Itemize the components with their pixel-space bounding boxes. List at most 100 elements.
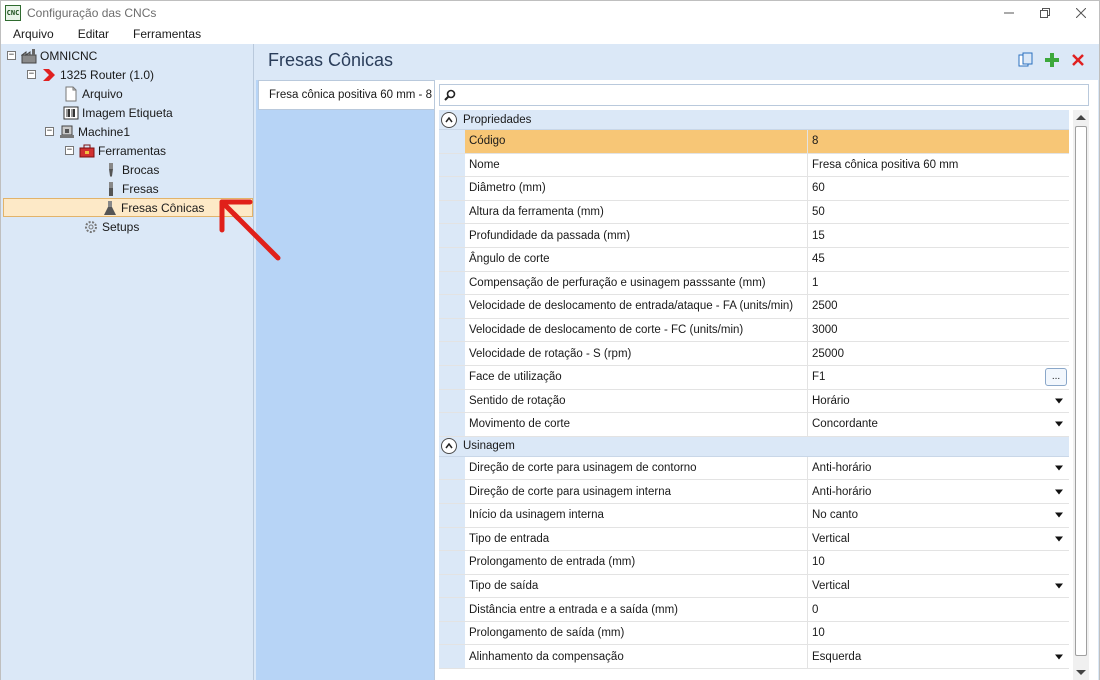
property-value[interactable]: 2500	[808, 295, 1069, 318]
property-row[interactable]: Profundidade da passada (mm) 15	[439, 224, 1069, 248]
property-row[interactable]: Direção de corte para usinagem de contor…	[439, 456, 1069, 481]
property-row[interactable]: Face de utilização F1...	[439, 365, 1069, 390]
property-row[interactable]: Velocidade de deslocamento de corte - FC…	[439, 318, 1069, 343]
minimize-button[interactable]	[991, 1, 1027, 25]
property-value-text: 25000	[812, 347, 844, 360]
property-value[interactable]: Vertical	[808, 575, 1069, 598]
scroll-down-icon[interactable]	[1076, 670, 1086, 675]
property-value[interactable]: 8	[808, 130, 1069, 153]
tree-item-setups[interactable]: Setups	[83, 217, 139, 236]
property-value-text: 2500	[812, 300, 838, 313]
property-value[interactable]: Fresa cônica positiva 60 mm	[808, 154, 1069, 177]
vertical-scrollbar[interactable]	[1073, 110, 1089, 680]
property-row[interactable]: Velocidade de deslocamento de entrada/at…	[439, 295, 1069, 319]
tree-item-imagem-etiqueta[interactable]: Imagem Etiqueta	[63, 103, 173, 122]
category-propriedades[interactable]: Propriedades	[439, 110, 1069, 130]
collapse-icon[interactable]: −	[27, 70, 36, 79]
row-gutter	[439, 271, 465, 295]
menu-arquivo[interactable]: Arquivo	[1, 27, 66, 41]
property-value[interactable]: 10	[808, 622, 1069, 645]
property-row[interactable]: Sentido de rotação Horário	[439, 389, 1069, 414]
property-value[interactable]: 1	[808, 272, 1069, 295]
scroll-thumb[interactable]	[1075, 126, 1087, 656]
property-name: Tipo de entrada	[465, 527, 808, 551]
property-value[interactable]: Anti-horário	[808, 480, 1069, 503]
property-value-text: Fresa cônica positiva 60 mm	[812, 158, 959, 171]
property-value[interactable]: Horário	[808, 390, 1069, 413]
close-button[interactable]	[1063, 1, 1099, 25]
search-input[interactable]	[439, 84, 1089, 106]
collapse-icon[interactable]: −	[7, 51, 16, 60]
restore-button[interactable]	[1027, 1, 1063, 25]
menu-editar[interactable]: Editar	[66, 27, 121, 41]
property-value[interactable]: 60	[808, 177, 1069, 200]
property-value[interactable]: 3000	[808, 319, 1069, 342]
property-value[interactable]: Esquerda	[808, 645, 1069, 668]
property-row[interactable]: Código 8	[439, 130, 1069, 154]
property-row[interactable]: Prolongamento de saída (mm) 10	[439, 621, 1069, 646]
property-row[interactable]: Distância entre a entrada e a saída (mm)…	[439, 598, 1069, 622]
property-value[interactable]: 15	[808, 224, 1069, 247]
property-value-text: 60	[812, 182, 825, 195]
delete-button[interactable]	[1068, 50, 1088, 70]
property-row[interactable]: Altura da ferramenta (mm) 50	[439, 200, 1069, 225]
tree-item-ferramentas[interactable]: − Ferramentas	[65, 141, 166, 160]
dropdown-arrow-icon[interactable]	[1055, 465, 1063, 471]
collapse-category-button[interactable]	[441, 111, 457, 128]
tab-tool-item[interactable]: Fresa cônica positiva 60 mm - 8	[258, 80, 434, 110]
property-value[interactable]: Anti-horário	[808, 457, 1069, 480]
property-row[interactable]: Velocidade de rotação - S (rpm) 25000	[439, 342, 1069, 366]
property-row[interactable]: Início da usinagem interna No canto	[439, 503, 1069, 528]
tree-item-brocas[interactable]: Brocas	[103, 160, 159, 179]
tree-item-omnicnc[interactable]: − OMNICNC	[7, 46, 97, 65]
dropdown-arrow-icon[interactable]	[1055, 654, 1063, 660]
category-usinagem[interactable]: Usinagem	[439, 436, 1069, 457]
collapse-icon[interactable]: −	[65, 146, 74, 155]
property-row[interactable]: Diâmetro (mm) 60	[439, 177, 1069, 201]
property-value[interactable]: F1...	[808, 366, 1069, 389]
dropdown-arrow-icon[interactable]	[1055, 489, 1063, 495]
dropdown-arrow-icon[interactable]	[1055, 536, 1063, 542]
property-name: Profundidade da passada (mm)	[465, 224, 808, 247]
tree-item-router[interactable]: − 1325 Router (1.0)	[27, 65, 154, 84]
tree-item-fresas[interactable]: Fresas	[103, 179, 159, 198]
property-value[interactable]: Vertical	[808, 528, 1069, 551]
add-button[interactable]	[1042, 50, 1062, 70]
property-row[interactable]: Ângulo de corte 45	[439, 247, 1069, 272]
dropdown-arrow-icon[interactable]	[1055, 583, 1063, 589]
row-gutter	[439, 456, 465, 480]
collapse-category-button[interactable]	[441, 438, 457, 455]
property-row[interactable]: Nome Fresa cônica positiva 60 mm	[439, 153, 1069, 178]
property-row[interactable]: Compensação de perfuração e usinagem pas…	[439, 271, 1069, 296]
property-value[interactable]: 0	[808, 598, 1069, 621]
gear-icon	[83, 219, 99, 235]
property-value[interactable]: 45	[808, 248, 1069, 271]
scroll-up-icon[interactable]	[1076, 115, 1086, 120]
tree-item-arquivo[interactable]: Arquivo	[63, 84, 123, 103]
copy-button[interactable]	[1016, 50, 1036, 70]
property-row[interactable]: Tipo de entrada Vertical	[439, 527, 1069, 552]
row-gutter	[439, 130, 465, 153]
dropdown-arrow-icon[interactable]	[1055, 512, 1063, 518]
collapse-icon[interactable]: −	[45, 127, 54, 136]
menu-ferramentas[interactable]: Ferramentas	[121, 27, 213, 41]
row-gutter	[439, 621, 465, 645]
property-value[interactable]: 50	[808, 201, 1069, 224]
ellipsis-button[interactable]: ...	[1045, 367, 1067, 386]
row-gutter	[439, 200, 465, 224]
row-gutter	[439, 598, 465, 621]
dropdown-arrow-icon[interactable]	[1055, 398, 1063, 404]
property-value[interactable]: No canto	[808, 504, 1069, 527]
property-row[interactable]: Direção de corte para usinagem interna An…	[439, 480, 1069, 504]
property-value[interactable]: Concordante	[808, 413, 1069, 436]
dropdown-arrow-icon[interactable]	[1055, 421, 1063, 427]
router-icon	[41, 67, 57, 83]
property-value[interactable]: 10	[808, 551, 1069, 574]
property-row[interactable]: Alinhamento da compensação Esquerda	[439, 645, 1069, 670]
property-value[interactable]: 25000	[808, 342, 1069, 365]
property-row[interactable]: Prolongamento de entrada (mm) 10	[439, 551, 1069, 575]
property-row[interactable]: Movimento de corte Concordante	[439, 413, 1069, 437]
property-row[interactable]: Tipo de saída Vertical	[439, 574, 1069, 599]
tree-item-machine1[interactable]: − Machine1	[45, 122, 130, 141]
property-name: Ângulo de corte	[465, 247, 808, 271]
